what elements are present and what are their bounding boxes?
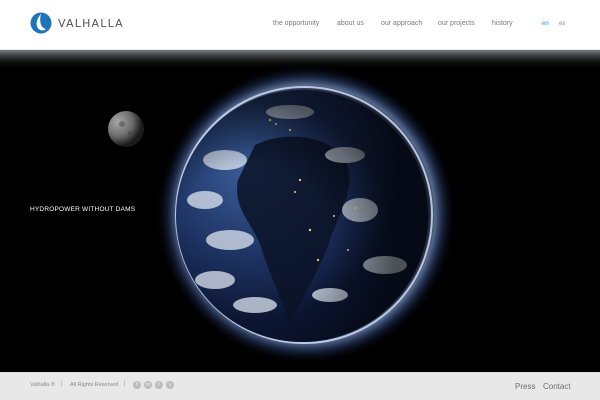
press-link[interactable]: Press bbox=[515, 382, 535, 391]
copyright-text: Valhalla ® bbox=[30, 382, 55, 388]
footer-separator: | bbox=[61, 381, 63, 387]
footer-separator: | bbox=[124, 381, 126, 387]
hero-banner: HYDROPOWER WITHOUT DAMS bbox=[0, 50, 600, 372]
social-links: f in t v bbox=[133, 381, 177, 389]
nav-item-our-approach[interactable]: our approach bbox=[381, 19, 422, 29]
contact-link[interactable]: Contact bbox=[543, 382, 571, 391]
rights-text: All Rights Reserved bbox=[70, 382, 119, 388]
language-en-link[interactable]: en bbox=[542, 19, 549, 29]
site-footer: Valhalla ® | All Rights Reserved | f in … bbox=[0, 372, 600, 400]
vimeo-icon[interactable]: v bbox=[166, 381, 174, 389]
facebook-icon[interactable]: f bbox=[133, 381, 141, 389]
hero-tagline: HYDROPOWER WITHOUT DAMS bbox=[30, 206, 136, 213]
twitter-icon[interactable]: t bbox=[155, 381, 163, 389]
nav-item-history[interactable]: history bbox=[492, 19, 513, 29]
nav-item-our-projects[interactable]: our projects bbox=[438, 19, 475, 29]
linkedin-icon[interactable]: in bbox=[144, 381, 152, 389]
main-nav: the opportunity about us our approach ou… bbox=[0, 19, 600, 33]
nav-item-the-opportunity[interactable]: the opportunity bbox=[273, 19, 319, 29]
language-es-link[interactable]: es bbox=[559, 19, 565, 29]
nav-item-about-us[interactable]: about us bbox=[337, 19, 364, 29]
site-header: VALHALLA the opportunity about us our ap… bbox=[0, 0, 600, 50]
